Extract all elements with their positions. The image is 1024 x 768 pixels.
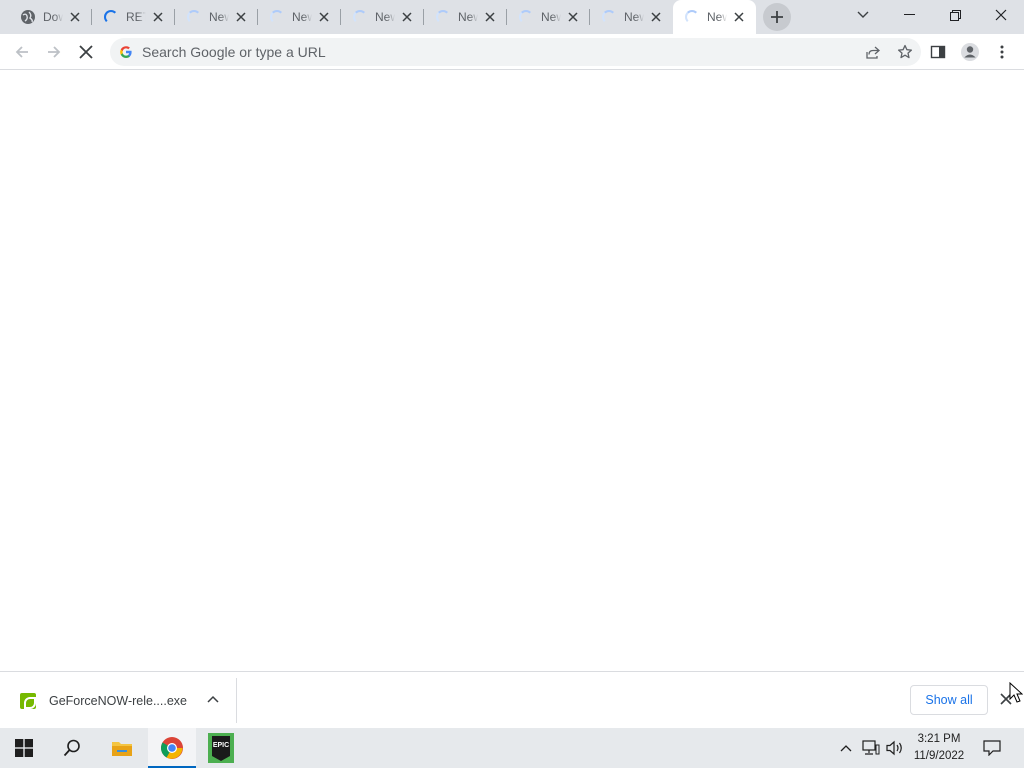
tab-title: Download GeForce NOW [43,10,63,24]
tab-title: New Tab [707,10,727,24]
clock-date: 11/9/2022 [913,750,965,762]
search-icon [63,739,80,757]
minimize-icon [903,14,915,15]
globe-icon [20,9,36,25]
chrome-taskbar-button[interactable] [148,728,196,768]
download-item[interactable]: GeForceNOW-rele....exe [0,678,237,723]
mouse-pointer-icon [1009,682,1023,703]
nvidia-file-icon [20,692,36,709]
back-button[interactable] [8,38,36,66]
chevron-down-icon [857,11,869,18]
chrome-icon [161,737,183,759]
tab-search-button[interactable] [840,0,886,30]
loading-spinner-icon [186,9,202,25]
tab-title: New Tab [458,10,478,24]
volume-icon [886,740,902,756]
close-icon[interactable] [482,9,498,25]
action-center-button[interactable] [978,728,1006,768]
loading-spinner-icon [684,9,700,25]
loading-spinner-icon [601,9,617,25]
loading-spinner-icon [103,9,119,25]
start-button[interactable] [0,728,48,768]
close-icon [79,45,93,59]
tab-new-tab[interactable]: New Tab [175,0,258,34]
restore-icon [949,9,961,21]
loading-spinner-icon [269,9,285,25]
network-button[interactable] [860,728,882,768]
tab-strip: Download GeForce NOW RETURNAL New Tab Ne… [0,0,1024,34]
clock-time: 3:21 PM [917,733,961,745]
chevron-up-icon[interactable] [205,692,221,708]
epic-games-icon: EPIC [208,733,234,763]
stop-loading-button[interactable] [72,38,100,66]
tab-new-tab[interactable]: New Tab [507,0,590,34]
forward-button[interactable] [40,38,68,66]
new-tab-button[interactable] [763,3,791,31]
tab-new-tab[interactable]: New Tab [258,0,341,34]
profile-button[interactable] [956,38,984,66]
close-icon[interactable] [233,9,249,25]
file-explorer-button[interactable] [98,728,146,768]
loading-spinner-icon [352,9,368,25]
close-window-button[interactable] [978,0,1024,30]
side-panel-icon [930,45,946,59]
close-icon [995,9,1007,21]
file-explorer-icon [112,742,132,756]
tab-download-geforce-now[interactable]: Download GeForce NOW [9,0,92,34]
tab-new-tab[interactable]: New Tab [590,0,673,34]
tab-new-tab-active[interactable]: New Tab [673,0,756,34]
tab-title: RETURNAL [126,10,146,24]
share-icon[interactable] [865,44,881,65]
close-icon[interactable] [150,9,166,25]
close-icon[interactable] [648,9,664,25]
volume-button[interactable] [884,728,906,768]
close-icon[interactable] [67,9,83,25]
tab-title: New Tab [209,10,229,24]
page-content [0,71,1024,671]
show-hidden-icons-button[interactable] [836,728,856,768]
windows-taskbar: EPIC 3:21 PM 11/9/2022 [0,728,1024,768]
address-bar[interactable]: Search Google or type a URL [110,38,921,66]
close-icon[interactable] [731,9,747,25]
network-wired-icon [862,740,880,755]
close-icon[interactable] [316,9,332,25]
close-icon[interactable] [399,9,415,25]
browser-toolbar: Search Google or type a URL [0,34,1024,70]
download-bar: GeForceNOW-rele....exe Show all [0,671,1024,728]
more-vertical-icon [1000,45,1004,59]
side-panel-button[interactable] [924,38,952,66]
taskbar-search-button[interactable] [48,728,96,768]
tab-new-tab[interactable]: New Tab [341,0,424,34]
windows-start-icon [15,739,33,757]
profile-avatar-icon [961,43,979,61]
tab-title: New Tab [292,10,312,24]
tab-title: New Tab [624,10,644,24]
bookmark-star-icon[interactable] [897,44,913,65]
loading-spinner-icon [518,9,534,25]
arrow-right-icon [48,46,61,58]
minimize-button[interactable] [886,0,932,30]
arrow-left-icon [15,46,28,58]
loading-spinner-icon [435,9,451,25]
notifications-icon [983,740,1001,756]
close-icon[interactable] [565,9,581,25]
chrome-menu-button[interactable] [988,38,1016,66]
tab-returnal[interactable]: RETURNAL [92,0,175,34]
epic-games-taskbar-button[interactable]: EPIC [197,728,245,768]
epic-label: EPIC [213,742,229,749]
restore-button[interactable] [932,0,978,30]
address-bar-placeholder: Search Google or type a URL [142,44,326,60]
tab-new-tab[interactable]: New Tab [424,0,507,34]
tab-title: New Tab [541,10,561,24]
plus-icon [771,11,783,23]
taskbar-clock[interactable]: 3:21 PM 11/9/2022 [908,731,970,765]
show-all-button[interactable]: Show all [910,685,988,715]
chevron-up-icon [840,745,852,752]
download-filename: GeForceNOW-rele....exe [49,693,188,708]
tab-title: New Tab [375,10,395,24]
google-g-icon [120,46,132,58]
